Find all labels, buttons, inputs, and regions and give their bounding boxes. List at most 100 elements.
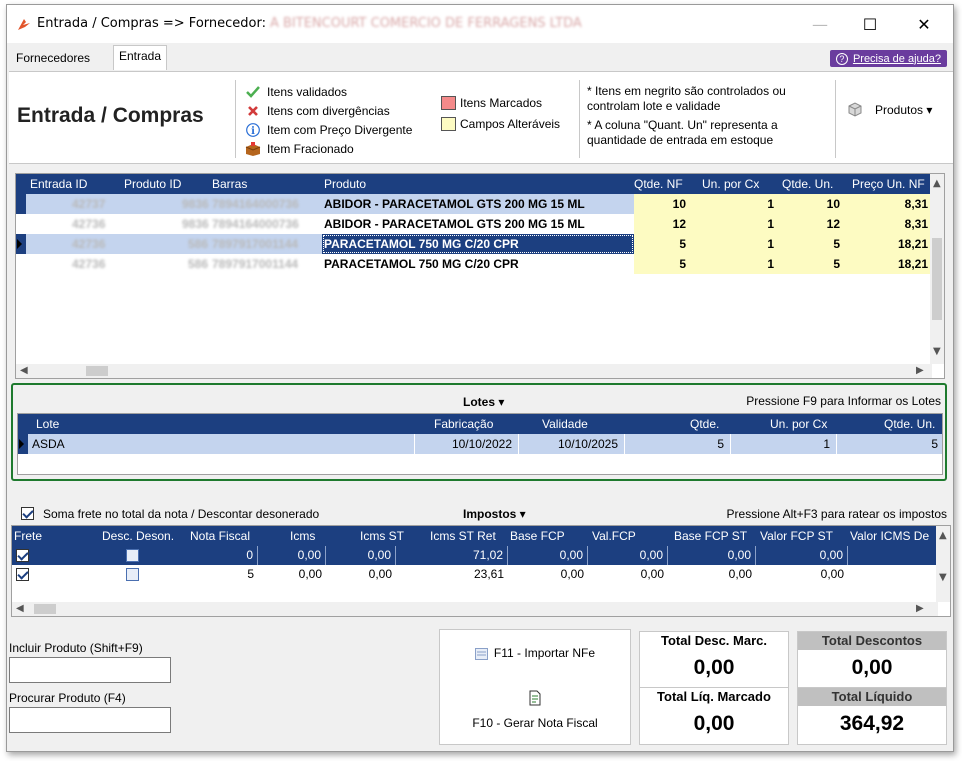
column-header[interactable]: Icms ST bbox=[360, 529, 404, 543]
column-header[interactable]: Barras bbox=[212, 177, 247, 191]
column-header[interactable]: Produto bbox=[324, 177, 366, 191]
cell-lote[interactable]: ASDA bbox=[32, 434, 65, 454]
cell-qtde-un[interactable]: 12 bbox=[778, 214, 846, 234]
column-header[interactable]: Preço Un. NF bbox=[852, 177, 925, 191]
products-horizontal-scrollbar[interactable]: ◀ ▶ bbox=[16, 364, 932, 378]
cell-produto[interactable]: PARACETAMOL 750 MG C/20 CPR bbox=[322, 234, 634, 254]
cell-qtde-nf[interactable]: 5 bbox=[634, 254, 698, 274]
cell-fabricacao[interactable]: 10/10/2022 bbox=[414, 434, 518, 454]
lotes-menu-button[interactable]: Lotes ▾ bbox=[463, 395, 504, 409]
tab-entrada[interactable]: Entrada bbox=[113, 45, 168, 70]
cell-qtde-nf[interactable]: 5 bbox=[634, 234, 698, 254]
scroll-thumb[interactable] bbox=[34, 604, 56, 614]
table-row[interactable]: 42736 586 7897917001144 PARACETAMOL 750 … bbox=[16, 254, 932, 274]
column-header[interactable]: Base FCP bbox=[510, 529, 565, 543]
table-row[interactable]: 42736 9836 7894164000736 ABIDOR - PARACE… bbox=[16, 214, 932, 234]
cell-icms-st-ret[interactable]: 71,02 bbox=[396, 546, 508, 565]
scroll-left-icon[interactable]: ◀ bbox=[16, 603, 24, 614]
column-header[interactable]: Base FCP ST bbox=[674, 529, 747, 543]
cell-qtde[interactable]: 5 bbox=[624, 434, 730, 454]
cell-validade[interactable]: 10/10/2025 bbox=[518, 434, 624, 454]
cell-base-fcp-st[interactable]: 0,00 bbox=[668, 546, 756, 565]
cell-preco[interactable]: 18,21 bbox=[846, 254, 932, 274]
cell-un-cx[interactable]: 1 bbox=[698, 254, 778, 274]
column-header[interactable]: Qtde. bbox=[690, 417, 719, 431]
table-row-selected[interactable]: ASDA 10/10/2022 10/10/2025 5 1 5 bbox=[18, 434, 942, 454]
column-header[interactable]: Un. por Cx bbox=[770, 417, 827, 431]
products-vertical-scrollbar[interactable]: ▲ ▼ bbox=[930, 174, 944, 364]
cell-qtde-un[interactable]: 10 bbox=[778, 194, 846, 214]
cell-nota-fiscal[interactable]: 5 bbox=[188, 565, 258, 584]
cell-nota-fiscal[interactable]: 0 bbox=[188, 546, 258, 565]
cell-icms-st-ret[interactable]: 23,61 bbox=[396, 565, 508, 584]
cell-qtde-nf[interactable]: 10 bbox=[634, 194, 698, 214]
cell-un-cx[interactable]: 1 bbox=[730, 434, 836, 454]
impostos-horizontal-scrollbar[interactable]: ◀ ▶ bbox=[12, 602, 938, 616]
gerar-nota-fiscal-button[interactable]: F10 - Gerar Nota Fiscal bbox=[440, 716, 630, 730]
incluir-produto-input[interactable] bbox=[9, 657, 171, 683]
cell-un-cx[interactable]: 1 bbox=[698, 234, 778, 254]
cell-qtde-nf[interactable]: 12 bbox=[634, 214, 698, 234]
column-header[interactable]: Desc. Deson. bbox=[102, 529, 174, 543]
cell-qtde-un[interactable]: 5 bbox=[836, 434, 942, 454]
cell-base-fcp[interactable]: 0,00 bbox=[508, 546, 588, 565]
column-header[interactable]: Icms ST Ret bbox=[430, 529, 496, 543]
tab-fornecedores[interactable]: Fornecedores bbox=[11, 48, 95, 70]
cell-qtde-un[interactable]: 5 bbox=[778, 234, 846, 254]
impostos-vertical-scrollbar[interactable]: ▲ ▼ bbox=[936, 526, 950, 602]
column-header[interactable]: Entrada ID bbox=[30, 177, 87, 191]
maximize-button[interactable]: ☐ bbox=[847, 5, 893, 43]
column-header[interactable]: Frete bbox=[14, 529, 42, 543]
column-header[interactable]: Valor ICMS De bbox=[850, 529, 936, 543]
procurar-produto-input[interactable] bbox=[9, 707, 171, 733]
cell-val-fcp[interactable]: 0,00 bbox=[588, 546, 668, 565]
cell-un-cx[interactable]: 1 bbox=[698, 194, 778, 214]
column-header[interactable]: Val.FCP bbox=[592, 529, 636, 543]
scroll-right-icon[interactable]: ▶ bbox=[916, 365, 924, 376]
column-header[interactable]: Nota Fiscal bbox=[190, 529, 250, 543]
scroll-right-icon[interactable]: ▶ bbox=[916, 603, 924, 614]
cell-icms[interactable]: 0,00 bbox=[258, 565, 326, 584]
scroll-down-icon[interactable]: ▼ bbox=[933, 346, 941, 357]
close-button[interactable]: ✕ bbox=[901, 5, 947, 43]
scroll-down-icon[interactable]: ▼ bbox=[939, 572, 947, 583]
column-header[interactable]: Qtde. NF bbox=[634, 177, 683, 191]
column-header[interactable]: Valor FCP ST bbox=[760, 529, 833, 543]
column-header[interactable]: Lote bbox=[36, 417, 59, 431]
cell-base-fcp[interactable]: 0,00 bbox=[508, 565, 588, 584]
cell-valor-fcp-st[interactable]: 0,00 bbox=[756, 565, 848, 584]
column-header[interactable]: Qtde. Un. bbox=[884, 417, 935, 431]
table-row[interactable]: 42737 9836 7894164000736 ABIDOR - PARACE… bbox=[16, 194, 932, 214]
column-header[interactable]: Produto ID bbox=[124, 177, 181, 191]
cell-un-cx[interactable]: 1 bbox=[698, 214, 778, 234]
cell-valor-fcp-st[interactable]: 0,00 bbox=[756, 546, 848, 565]
column-header[interactable]: Icms bbox=[290, 529, 315, 543]
column-header[interactable]: Un. por Cx bbox=[702, 177, 759, 191]
cell-base-fcp-st[interactable]: 0,00 bbox=[668, 565, 756, 584]
cell-preco[interactable]: 8,31 bbox=[846, 194, 932, 214]
scroll-thumb[interactable] bbox=[932, 238, 942, 320]
table-row-selected[interactable]: 42736 586 7897917001144 PARACETAMOL 750 … bbox=[16, 234, 932, 254]
frete-checkbox[interactable] bbox=[16, 568, 29, 581]
table-row[interactable]: 5 0,00 0,00 23,61 0,00 0,00 0,00 0,00 bbox=[12, 565, 938, 584]
importar-nfe-button[interactable]: F11 - Importar NFe bbox=[440, 646, 630, 660]
cell-val-fcp[interactable]: 0,00 bbox=[588, 565, 668, 584]
soma-frete-checkbox[interactable] bbox=[21, 507, 34, 520]
column-header[interactable]: Fabricação bbox=[434, 417, 493, 431]
minimize-button[interactable]: — bbox=[797, 5, 843, 43]
frete-checkbox[interactable] bbox=[16, 549, 29, 562]
scroll-up-icon[interactable]: ▲ bbox=[933, 178, 941, 189]
cell-preco[interactable]: 8,31 bbox=[846, 214, 932, 234]
column-header[interactable]: Validade bbox=[542, 417, 588, 431]
produtos-menu-button[interactable]: Produtos ▾ bbox=[847, 102, 932, 117]
column-header[interactable]: Qtde. Un. bbox=[782, 177, 833, 191]
scroll-up-icon[interactable]: ▲ bbox=[939, 530, 947, 541]
cell-qtde-un[interactable]: 5 bbox=[778, 254, 846, 274]
desc-deson-checkbox[interactable] bbox=[126, 568, 139, 581]
cell-icms-st[interactable]: 0,00 bbox=[326, 546, 396, 565]
impostos-menu-button[interactable]: Impostos ▾ bbox=[463, 507, 526, 521]
cell-icms-st[interactable]: 0,00 bbox=[326, 565, 396, 584]
table-row-selected[interactable]: 0 0,00 0,00 71,02 0,00 0,00 0,00 0,00 bbox=[12, 546, 938, 565]
cell-icms[interactable]: 0,00 bbox=[258, 546, 326, 565]
scroll-left-icon[interactable]: ◀ bbox=[20, 365, 28, 376]
